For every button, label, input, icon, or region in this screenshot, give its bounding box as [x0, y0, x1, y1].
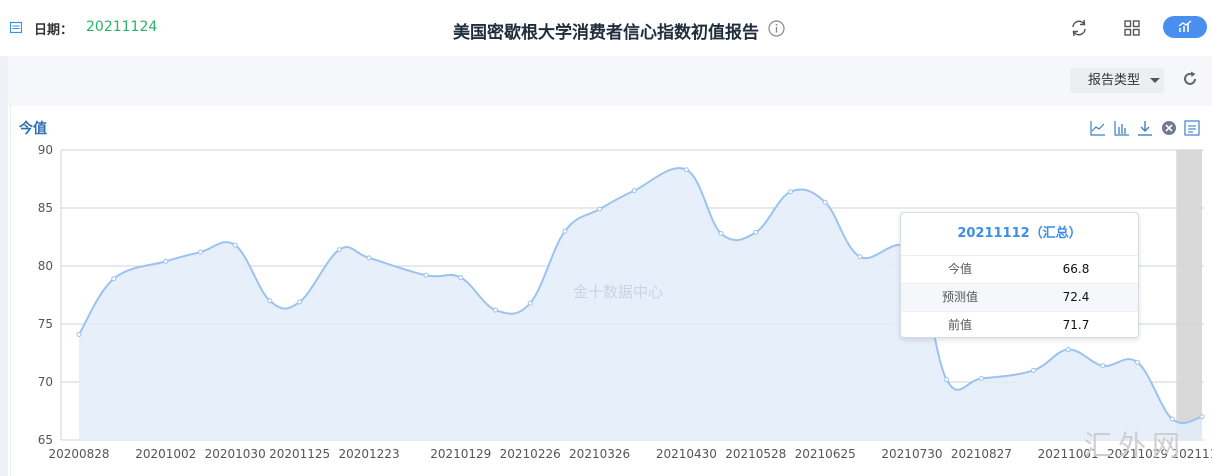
data-point: [366, 255, 372, 261]
x-tick-label: 20210226: [500, 447, 561, 461]
watermark: 金十数据中心: [573, 283, 664, 301]
x-tick-label: 20210528: [725, 447, 786, 461]
data-point: [857, 254, 863, 260]
data-point: [1199, 414, 1205, 420]
y-tick-label: 85: [38, 201, 53, 215]
y-tick-label: 75: [38, 317, 53, 331]
data-point: [631, 188, 637, 194]
data-point: [1169, 416, 1175, 422]
tooltip-value: 71.7: [1062, 318, 1090, 332]
x-tick-label: 20210625: [795, 447, 856, 461]
tooltip-key: 今值: [947, 262, 972, 276]
x-tick-label: 20201223: [339, 447, 400, 461]
data-point: [787, 189, 793, 195]
x-tick-label: 20201125: [269, 447, 330, 461]
data-point: [1135, 359, 1141, 365]
y-tick-label: 70: [38, 375, 53, 389]
data-point: [753, 229, 759, 235]
data-point: [1030, 367, 1036, 373]
tooltip: 20211112（汇总） 今值 66.8 预测值 72.4 前值 71.7: [900, 212, 1139, 338]
tooltip-row: 预测值 72.4: [901, 284, 1138, 312]
y-tick-label: 65: [38, 433, 53, 447]
highlight-band: [1176, 150, 1202, 440]
data-point: [163, 258, 169, 264]
tooltip-value: 66.8: [1062, 262, 1090, 276]
tooltip-row: 今值 66.8: [901, 256, 1138, 284]
data-point: [683, 167, 689, 173]
x-tick-label: 20210326: [569, 447, 630, 461]
x-tick-label: 20201002: [135, 447, 196, 461]
site-watermark: 汇外网: [1084, 429, 1187, 462]
tooltip-title: 20211112（汇总）: [901, 213, 1138, 256]
x-tick-label: 20201030: [205, 447, 266, 461]
y-tick-label: 90: [38, 143, 53, 157]
data-point: [1065, 347, 1071, 353]
data-point: [597, 206, 603, 212]
data-point: [297, 299, 303, 305]
data-point: [527, 300, 533, 306]
x-tick-label: 20210430: [656, 447, 717, 461]
data-point: [336, 247, 342, 253]
x-tick-label: 20210129: [430, 447, 491, 461]
data-point: [822, 199, 828, 205]
tooltip-key: 前值: [947, 318, 972, 332]
data-point: [492, 307, 498, 313]
y-tick-label: 80: [38, 259, 53, 273]
data-point: [978, 376, 984, 382]
data-point: [197, 249, 203, 255]
tooltip-value: 72.4: [1062, 290, 1090, 304]
x-tick-label: 20200828: [48, 447, 109, 461]
data-point: [423, 272, 429, 278]
x-tick-label: 20210730: [881, 447, 942, 461]
data-point: [458, 275, 464, 281]
data-point: [76, 331, 82, 337]
data-point: [1100, 363, 1106, 369]
tooltip-row: 前值 71.7: [901, 312, 1138, 339]
data-point: [267, 298, 273, 304]
data-point: [232, 242, 238, 248]
data-point: [562, 228, 568, 234]
data-point: [944, 377, 950, 383]
x-tick-label: 20210827: [951, 447, 1012, 461]
tooltip-key: 预测值: [941, 290, 978, 304]
data-point: [111, 276, 117, 282]
data-point: [718, 231, 724, 237]
